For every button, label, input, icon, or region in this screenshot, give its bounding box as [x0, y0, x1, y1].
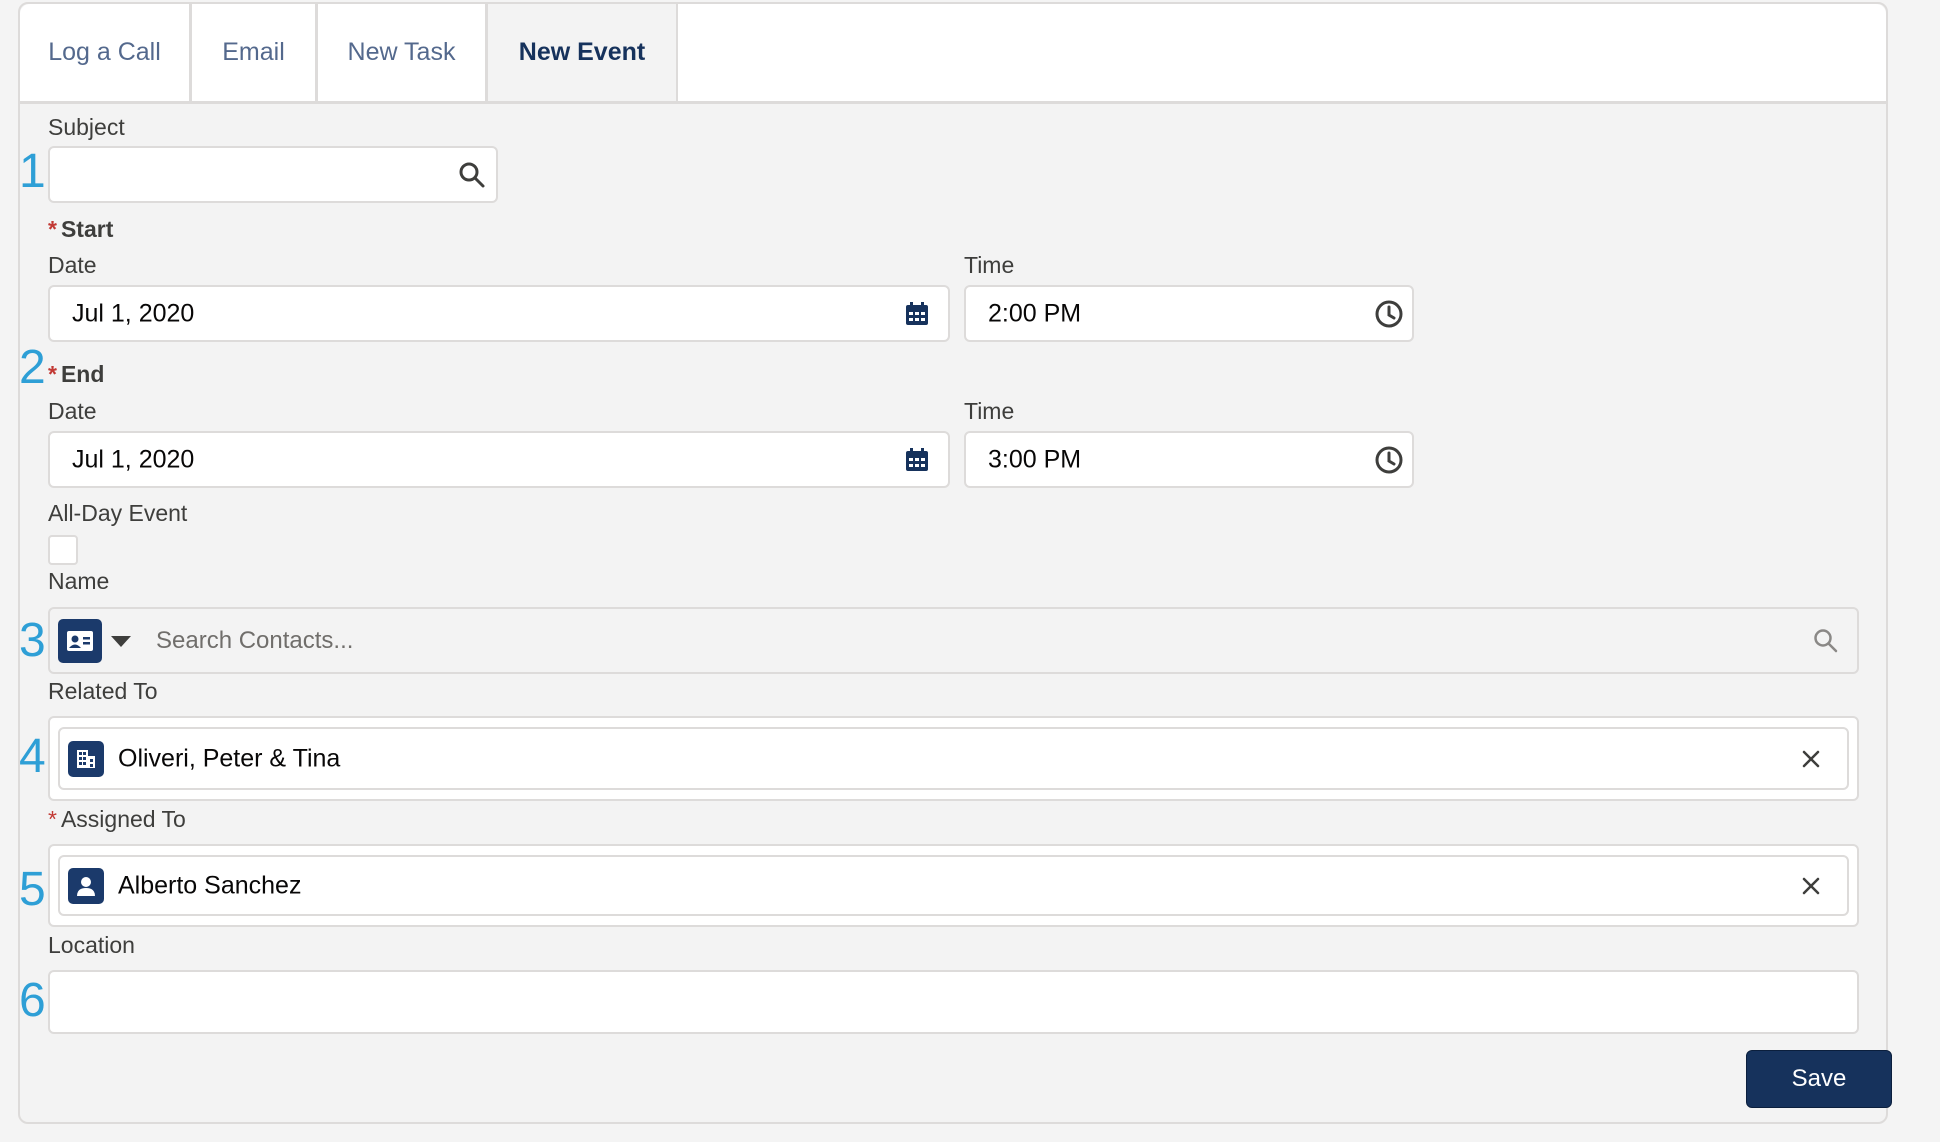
marker-2: 2 — [19, 341, 46, 394]
marker-1: 1 — [19, 145, 46, 198]
end-time-label: Time — [964, 398, 1015, 424]
tab-bar: Log a Call Email New Task New Event — [20, 4, 1886, 104]
related-to-field[interactable]: Oliveri, Peter & Tina — [48, 716, 1859, 801]
start-label: * Start — [48, 216, 113, 243]
name-lookup[interactable]: Search Contacts... — [48, 607, 1859, 674]
start-time-label: Time — [964, 252, 1015, 278]
assigned-to-value: Alberto Sanchez — [118, 871, 302, 899]
end-label: * End — [48, 361, 104, 388]
name-label: Name — [48, 568, 110, 594]
marker-6: 6 — [19, 974, 46, 1027]
related-to-pill[interactable]: Oliveri, Peter & Tina — [58, 727, 1849, 790]
tab-label: New Task — [347, 38, 456, 66]
start-date-input[interactable]: Jul 1, 2020 — [48, 285, 950, 342]
start-date-label: Date — [48, 252, 97, 278]
start-time-input[interactable]: 2:00 PM — [964, 285, 1414, 342]
required-marker: * — [48, 806, 57, 832]
location-label: Location — [48, 932, 135, 958]
end-time-input[interactable]: 3:00 PM — [964, 431, 1414, 488]
subject-input[interactable] — [48, 146, 498, 203]
start-label-text: Start — [60, 216, 114, 242]
tab-label: Email — [222, 38, 285, 66]
tab-new-task[interactable]: New Task — [318, 4, 488, 101]
end-date-label: Date — [48, 398, 97, 424]
end-date-value: Jul 1, 2020 — [72, 445, 195, 473]
chevron-down-icon[interactable] — [110, 634, 132, 648]
assigned-to-field[interactable]: Alberto Sanchez — [48, 844, 1859, 927]
clock-icon[interactable] — [1374, 445, 1404, 475]
end-time-value: 3:00 PM — [988, 445, 1082, 473]
all-day-label: All-Day Event — [48, 500, 188, 526]
tab-log-a-call[interactable]: Log a Call — [20, 4, 192, 101]
end-date-input[interactable]: Jul 1, 2020 — [48, 431, 950, 488]
user-badge — [68, 867, 104, 904]
marker-5: 5 — [19, 863, 46, 916]
name-search-placeholder: Search Contacts... — [156, 626, 354, 654]
search-icon[interactable] — [1813, 628, 1839, 654]
save-button[interactable]: Save — [1746, 1050, 1892, 1108]
required-marker: * — [48, 216, 57, 242]
assigned-to-label-text: Assigned To — [60, 806, 186, 832]
start-time-value: 2:00 PM — [988, 299, 1082, 327]
end-label-text: End — [60, 361, 105, 387]
tab-label: Log a Call — [48, 38, 161, 66]
related-to-value: Oliveri, Peter & Tina — [118, 744, 341, 772]
subject-label: Subject — [48, 114, 125, 140]
clock-icon[interactable] — [1374, 299, 1404, 329]
close-icon[interactable] — [1801, 749, 1821, 769]
calendar-icon[interactable] — [904, 301, 930, 327]
assigned-to-pill[interactable]: Alberto Sanchez — [58, 855, 1849, 916]
required-marker: * — [48, 361, 57, 387]
location-input[interactable] — [48, 970, 1859, 1034]
account-building-icon — [77, 749, 95, 768]
marker-3: 3 — [19, 614, 46, 667]
object-type-selector[interactable] — [58, 618, 102, 663]
search-icon[interactable] — [458, 161, 486, 189]
tab-label: New Event — [518, 38, 646, 66]
account-badge — [68, 740, 104, 777]
assigned-to-label: * Assigned To — [48, 806, 186, 833]
start-date-value: Jul 1, 2020 — [72, 299, 195, 327]
calendar-icon[interactable] — [904, 447, 930, 473]
all-day-checkbox[interactable] — [48, 535, 78, 565]
marker-4: 4 — [19, 730, 46, 783]
tab-email[interactable]: Email — [192, 4, 318, 101]
tab-new-event[interactable]: New Event — [488, 4, 678, 101]
related-to-label: Related To — [48, 678, 158, 704]
user-icon — [77, 876, 95, 896]
close-icon[interactable] — [1801, 876, 1821, 896]
contact-card-icon — [67, 630, 93, 651]
